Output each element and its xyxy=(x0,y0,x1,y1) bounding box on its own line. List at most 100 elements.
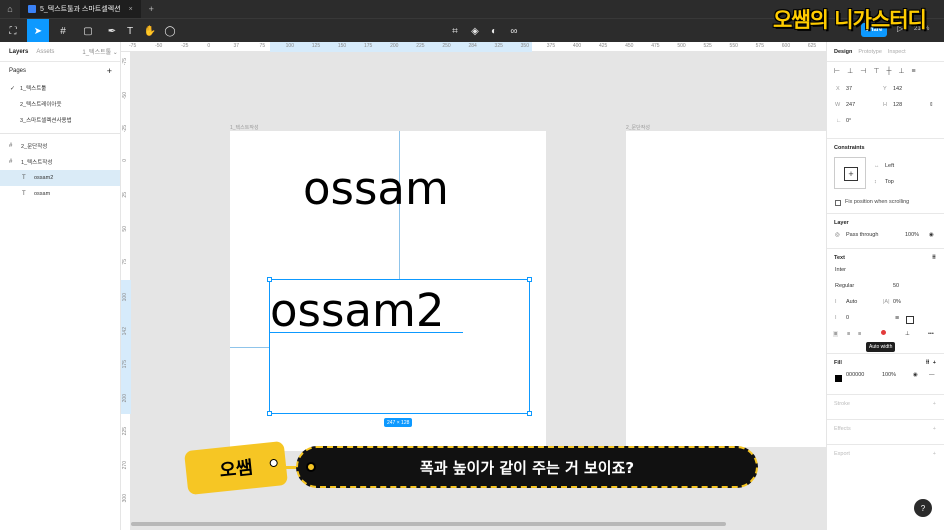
layer-item[interactable]: # 2_문단작성 xyxy=(0,138,120,154)
h-input[interactable]: 128 xyxy=(893,102,902,108)
frame-2[interactable] xyxy=(626,131,826,447)
line-height-input[interactable]: Auto xyxy=(846,299,857,305)
constraint-widget[interactable]: + xyxy=(834,157,866,189)
add-export-icon[interactable]: + xyxy=(933,451,936,457)
add-fill-icon[interactable]: ⠿ + xyxy=(925,360,936,366)
help-button[interactable]: ? xyxy=(914,499,932,517)
new-tab-icon[interactable]: + xyxy=(149,4,154,14)
ruler-selection-highlight xyxy=(270,42,532,52)
text-styles-icon[interactable]: ⠿ xyxy=(932,255,936,261)
layer-opacity-input[interactable]: 100% xyxy=(905,232,919,238)
paragraph-spacing-input[interactable]: 0 xyxy=(846,315,849,321)
comment-tool-icon[interactable]: ◯ xyxy=(159,19,181,43)
align-bottom-icon[interactable]: ⊥ xyxy=(898,67,904,75)
layers-panel: Layers Assets 1_텍스트툴 ⌄ Pages + ✓ 1_텍스트툴 … xyxy=(0,42,121,530)
rotation-input[interactable]: 0° xyxy=(846,118,851,124)
align-middle-icon[interactable]: ┼ xyxy=(886,68,891,75)
main-menu-icon[interactable]: ⛶ xyxy=(2,19,24,43)
link-icon[interactable]: ∞ xyxy=(503,19,525,43)
ruler-tick-label: 150 xyxy=(337,43,347,49)
vertical-constraint-icon: ↕ xyxy=(874,179,877,185)
tab-design[interactable]: Design xyxy=(834,49,852,55)
letter-spacing-input[interactable]: 0% xyxy=(893,299,901,305)
font-size-input[interactable]: 50 xyxy=(893,283,899,289)
fixed-size-icon[interactable] xyxy=(906,316,914,324)
pages-header: Pages + xyxy=(0,62,120,80)
remove-fill-icon[interactable]: — xyxy=(929,372,935,378)
fix-position-row: Fix position when scrolling xyxy=(827,197,944,213)
align-right-icon[interactable]: ⊣ xyxy=(860,67,866,75)
page-item[interactable]: 3_스마트셀렉션사용법 xyxy=(0,112,120,128)
y-input[interactable]: 142 xyxy=(893,86,902,92)
fix-position-label: Fix position when scrolling xyxy=(845,199,910,205)
x-input[interactable]: 37 xyxy=(846,86,852,92)
align-text-bottom-icon[interactable]: ⊥ xyxy=(905,331,910,337)
constraint-vertical-select[interactable]: Top xyxy=(885,179,894,185)
layer-item-selected[interactable]: T ossam2 xyxy=(0,170,120,186)
font-weight-select[interactable]: Regular xyxy=(835,283,854,289)
page-selector[interactable]: 1_텍스트툴 ⌄ xyxy=(82,47,117,56)
align-text-center-icon[interactable]: ≡ xyxy=(847,331,850,337)
constraint-horizontal-select[interactable]: Left xyxy=(885,163,894,169)
layer-item[interactable]: T ossam xyxy=(0,186,120,202)
file-icon xyxy=(28,5,36,13)
tab-layers[interactable]: Layers xyxy=(9,49,28,55)
crop-icon[interactable]: ⌗ xyxy=(444,19,466,43)
resize-handle[interactable] xyxy=(267,277,272,282)
align-text-right-icon[interactable]: ≡ xyxy=(858,331,861,337)
horizontal-scrollbar[interactable] xyxy=(131,522,726,526)
align-center-h-icon[interactable]: ⊥ xyxy=(847,67,853,75)
text-tool-icon[interactable]: T xyxy=(119,19,141,43)
frame-label[interactable]: 2_문단작성 xyxy=(626,124,650,131)
resize-handle[interactable] xyxy=(527,411,532,416)
frame-icon: # xyxy=(9,159,13,165)
frame-tool-icon[interactable]: # xyxy=(52,19,74,43)
selection-box[interactable] xyxy=(267,277,532,416)
tab-prototype[interactable]: Prototype xyxy=(858,49,882,55)
layer-title-text: Layer xyxy=(834,220,849,226)
tab-assets[interactable]: Assets xyxy=(36,49,54,55)
resize-handle[interactable] xyxy=(267,411,272,416)
fill-hex-input[interactable]: 000000 xyxy=(846,372,864,378)
align-left-icon[interactable]: ⊢ xyxy=(834,67,840,75)
w-input[interactable]: 247 xyxy=(846,102,855,108)
distribute-icon[interactable]: ≡ xyxy=(912,68,916,75)
ruler-tick-label: 0 xyxy=(122,158,128,162)
add-effect-icon[interactable]: + xyxy=(933,426,936,432)
mask-icon[interactable]: ◐ xyxy=(483,19,505,43)
shape-tool-icon[interactable]: ▢ xyxy=(77,19,99,43)
alignment-row: ⊢ ⊥ ⊣ ⊤ ┼ ⊥ ≡ xyxy=(827,62,944,80)
close-tab-icon[interactable]: × xyxy=(129,6,133,13)
fill-opacity-input[interactable]: 100% xyxy=(882,372,896,378)
add-page-icon[interactable]: + xyxy=(107,66,112,76)
text-layer-ossam[interactable]: ossam xyxy=(303,162,449,215)
fill-swatch[interactable] xyxy=(835,375,842,382)
hand-tool-icon[interactable]: ✋ xyxy=(139,19,161,43)
tab-inspect[interactable]: Inspect xyxy=(888,49,906,55)
blend-mode-select[interactable]: Pass through xyxy=(846,232,878,238)
move-tool-icon[interactable]: ➤ xyxy=(27,19,49,43)
align-text-left-icon[interactable]: ≡ xyxy=(833,331,839,337)
constraints-title: Constraints xyxy=(827,139,944,157)
font-family-select[interactable]: Inter xyxy=(835,267,846,273)
page-item[interactable]: ✓ 1_텍스트툴 xyxy=(0,80,120,96)
ruler-tick-label: -25 xyxy=(122,125,128,133)
resize-handle[interactable] xyxy=(527,277,532,282)
fill-visibility-icon[interactable]: ◉ xyxy=(913,372,918,378)
constrain-proportions-icon[interactable]: ⇕ xyxy=(929,102,934,108)
more-text-options-icon[interactable]: ••• xyxy=(928,331,934,337)
page-item[interactable]: 2_텍스트레이아웃 xyxy=(0,96,120,112)
divider xyxy=(0,133,120,134)
visibility-icon[interactable]: ◉ xyxy=(929,232,934,238)
fill-title-text: Fill xyxy=(834,360,842,366)
frame-label[interactable]: 1_텍스트작성 xyxy=(230,124,259,131)
fix-position-checkbox[interactable] xyxy=(835,200,841,206)
align-top-icon[interactable]: ⊤ xyxy=(873,67,879,75)
auto-height-icon[interactable]: ≡ xyxy=(895,315,899,322)
home-icon[interactable]: ⌂ xyxy=(0,4,20,14)
add-stroke-icon[interactable]: + xyxy=(933,401,936,407)
ruler-tick-label: -25 xyxy=(181,43,189,49)
file-tab[interactable]: 5_텍스트툴과 스마트셀렉션 × xyxy=(20,0,141,18)
constraints-title-text: Constraints xyxy=(834,145,865,151)
layer-item[interactable]: # 1_텍스트작성 xyxy=(0,154,120,170)
